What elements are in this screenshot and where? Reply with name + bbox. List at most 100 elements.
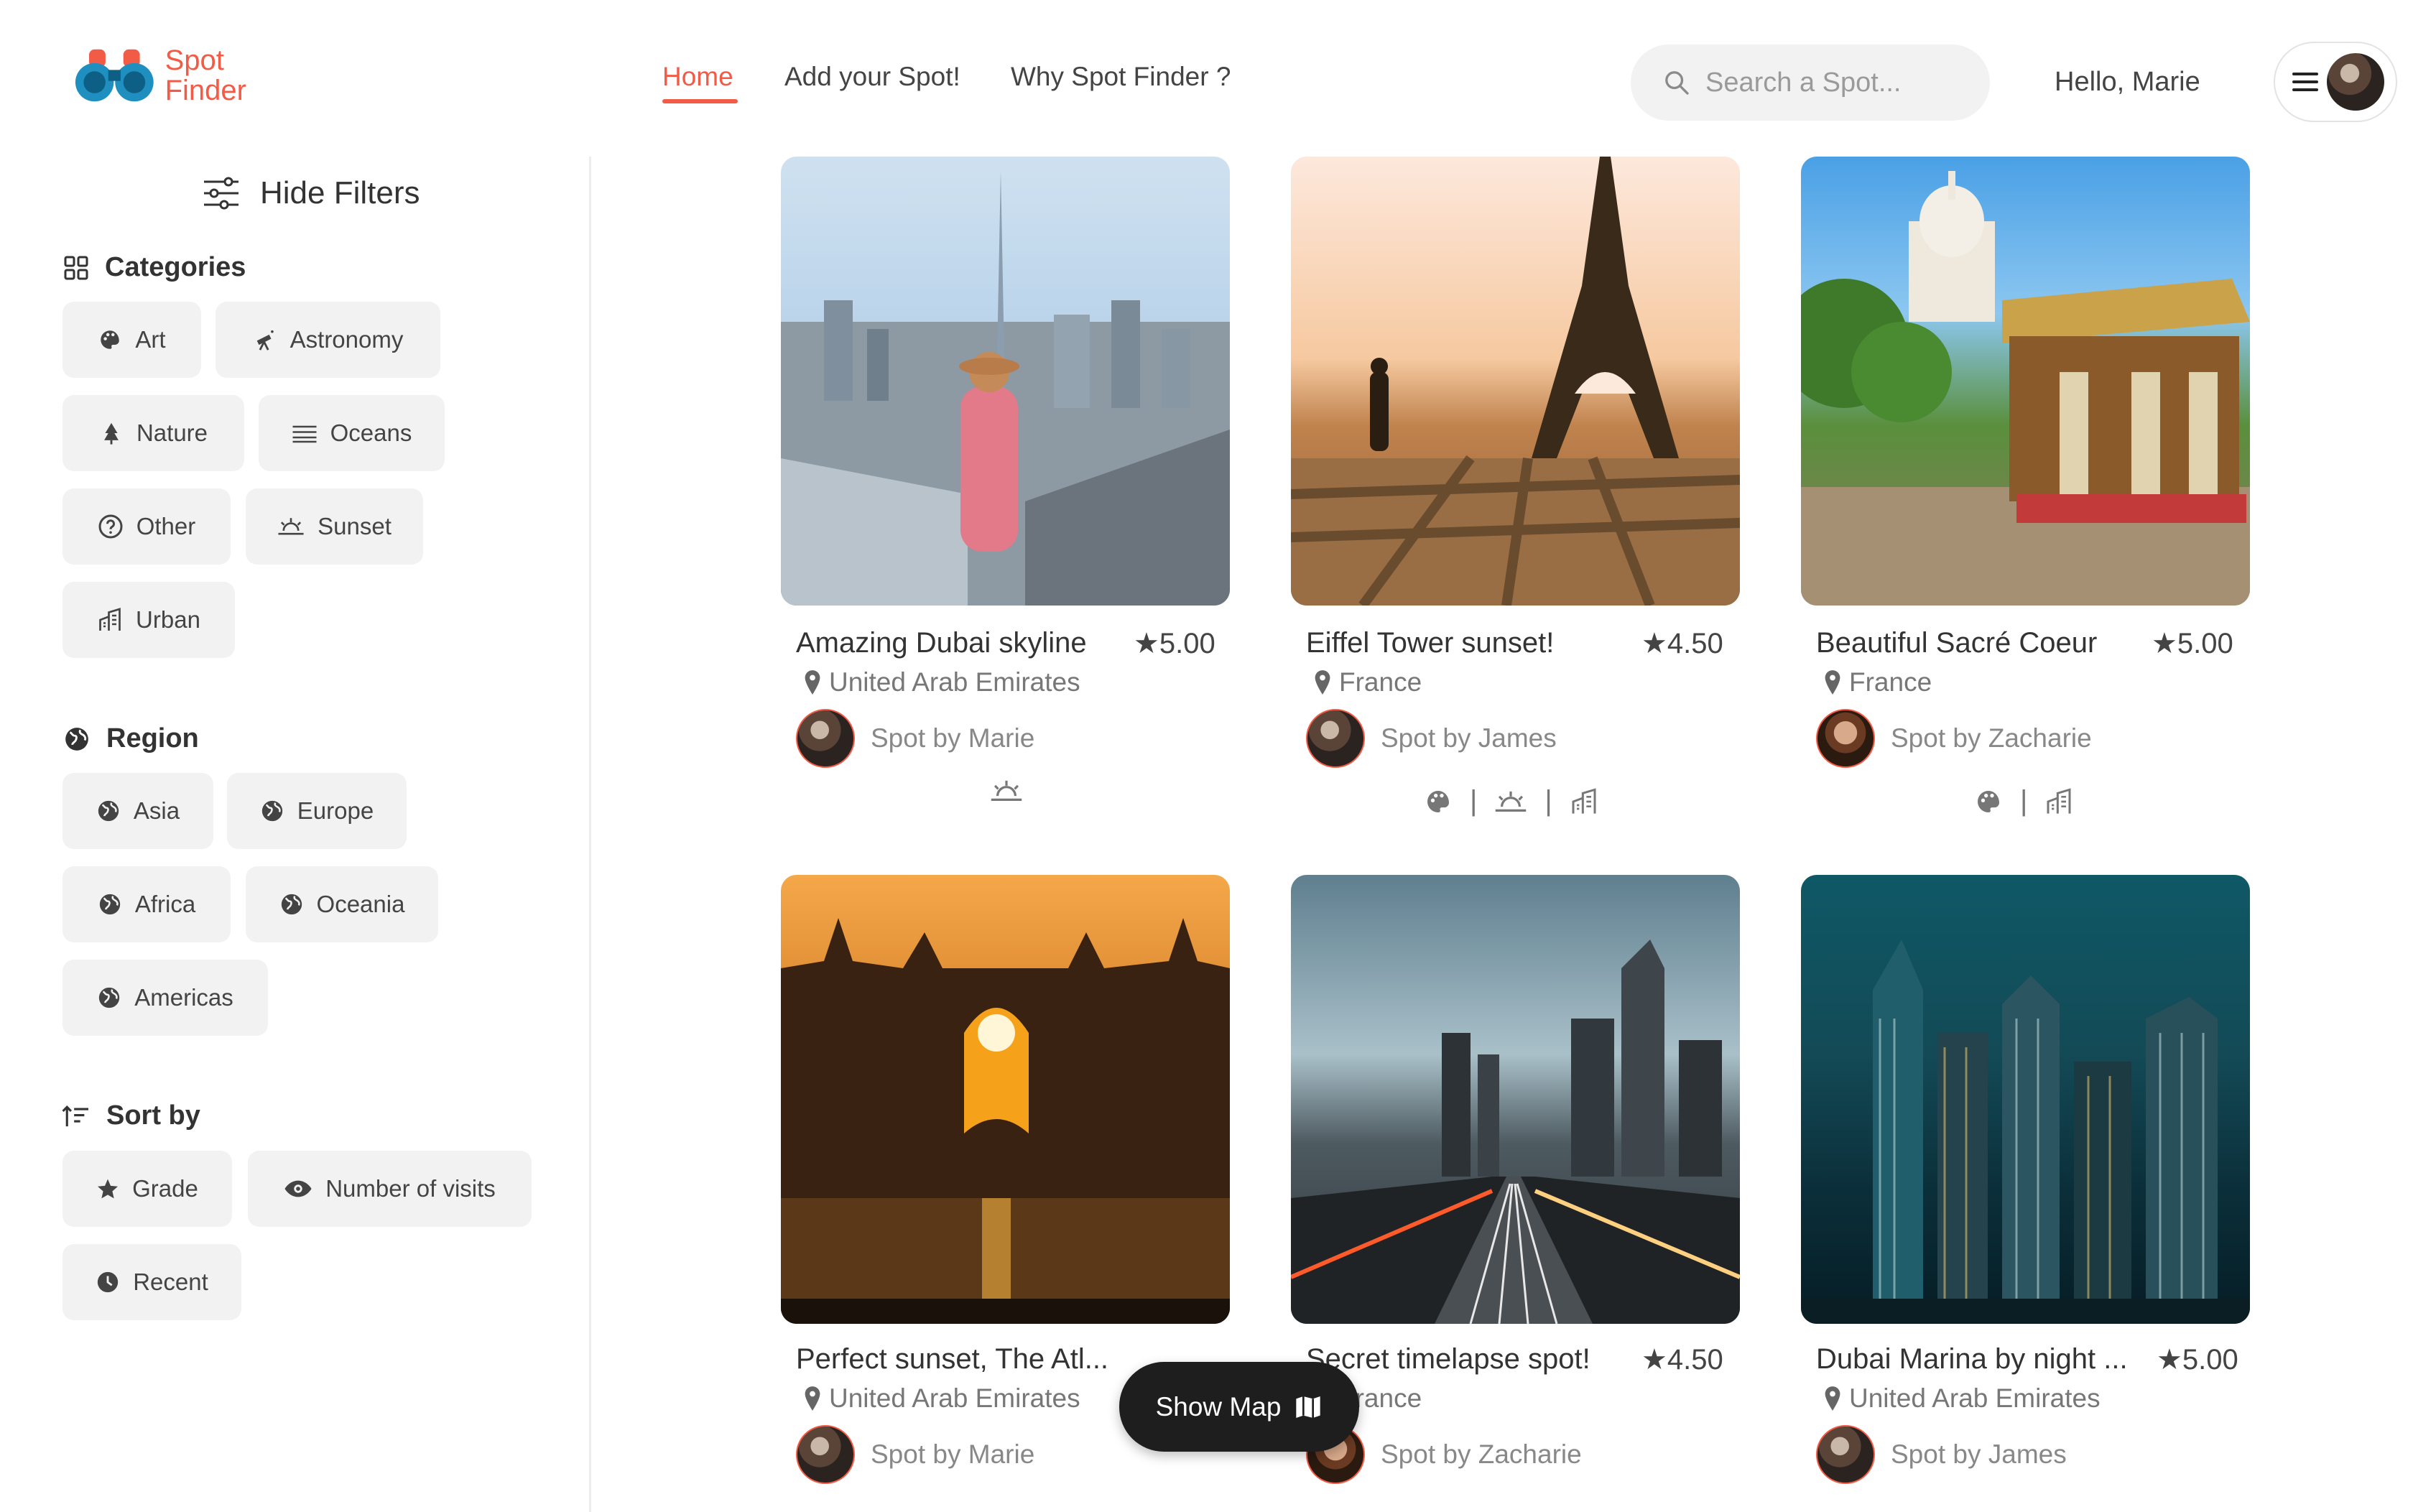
star-icon — [96, 1177, 119, 1200]
spot-rating: ★5.00 — [2152, 627, 2233, 660]
spot-location-text: France — [1849, 667, 1932, 697]
hamburger-icon — [2292, 73, 2318, 91]
region-heading: Region — [63, 723, 199, 754]
spot-title[interactable]: Beautiful Sacré Coeur — [1816, 627, 2097, 659]
spot-image[interactable] — [781, 875, 1230, 1324]
spot-tags: | — [1974, 785, 2073, 817]
palette-icon — [1978, 790, 1999, 812]
filter-other[interactable]: Other — [62, 488, 231, 565]
filter-art[interactable]: Art — [62, 302, 201, 378]
location-pin-icon — [805, 1386, 820, 1411]
sort-grade[interactable]: Grade — [62, 1151, 232, 1227]
tag-separator: | — [1470, 785, 1478, 817]
spot-rating: ★5.00 — [2157, 1343, 2238, 1376]
spot-tags: | | — [1424, 785, 1598, 817]
filter-urban[interactable]: Urban — [62, 582, 235, 658]
spot-author[interactable]: Spot by Marie — [796, 1425, 1034, 1484]
star-icon: ★ — [1641, 628, 1667, 659]
globe-icon — [279, 892, 304, 917]
logo[interactable]: Spot Finder — [74, 43, 246, 108]
sunset-icon — [991, 780, 1022, 801]
spot-author-name: Spot by Zacharie — [1381, 1439, 1582, 1469]
spot-image[interactable] — [1801, 157, 2250, 606]
spot-author[interactable]: Spot by Zacharie — [1816, 709, 2092, 768]
filter-oceans[interactable]: Oceans — [259, 395, 445, 471]
spot-location-text: United Arab Emirates — [1849, 1383, 2101, 1413]
filter-art-label: Art — [135, 326, 166, 353]
nav-add-spot[interactable]: Add your Spot! — [784, 62, 960, 92]
search-icon — [1665, 71, 1689, 95]
question-icon — [98, 514, 124, 539]
spot-rating: ★4.50 — [1641, 627, 1723, 660]
spot-rating-value: 5.00 — [2182, 1344, 2238, 1376]
sort-icon — [62, 1105, 88, 1126]
spot-author[interactable]: Spot by Marie — [796, 709, 1034, 768]
spot-title[interactable]: Secret timelapse spot! — [1306, 1343, 1590, 1376]
spot-title[interactable]: Eiffel Tower sunset! — [1306, 627, 1554, 659]
spot-title[interactable]: Dubai Marina by night ... — [1816, 1343, 2128, 1376]
show-map-button[interactable]: Show Map — [1119, 1362, 1359, 1452]
globe-icon — [97, 985, 121, 1010]
spot-image[interactable] — [781, 157, 1230, 606]
tree-icon — [99, 421, 124, 445]
nav-why-spot-finder[interactable]: Why Spot Finder ? — [1011, 62, 1231, 92]
spot-author-name: Spot by James — [1381, 723, 1557, 753]
spot-location: France — [1823, 667, 1932, 697]
spot-image[interactable] — [1801, 875, 2250, 1324]
spot-location: United Arab Emirates — [803, 1383, 1080, 1414]
spot-image[interactable] — [1291, 875, 1740, 1324]
logo-text-line2: Finder — [165, 75, 246, 106]
categories-icon — [64, 256, 88, 279]
star-icon: ★ — [1641, 1344, 1667, 1376]
user-menu-button[interactable] — [2274, 42, 2397, 122]
tag-separator: | — [1545, 785, 1552, 817]
filter-astronomy[interactable]: Astronomy — [216, 302, 440, 378]
show-map-label: Show Map — [1155, 1391, 1282, 1421]
sort-recent[interactable]: Recent — [62, 1244, 241, 1320]
spot-location-text: United Arab Emirates — [829, 1383, 1080, 1413]
sunset-icon — [277, 516, 305, 537]
avatar — [796, 709, 855, 768]
categories-heading: Categories — [63, 252, 246, 283]
palette-icon — [1427, 790, 1449, 812]
hide-filters-button[interactable]: Hide Filters — [203, 175, 420, 211]
globe-icon — [260, 799, 284, 823]
spot-rating-value: 4.50 — [1667, 1344, 1723, 1376]
spot-rating: ★4.50 — [1641, 1343, 1723, 1376]
filter-oceania[interactable]: Oceania — [246, 866, 438, 942]
filter-asia[interactable]: Asia — [62, 773, 213, 849]
nav-home[interactable]: Home — [662, 62, 733, 92]
spot-author[interactable]: Spot by James — [1306, 709, 1557, 768]
spot-author[interactable]: Spot by James — [1816, 1425, 2067, 1484]
spot-author-name: Spot by James — [1891, 1439, 2067, 1469]
filter-europe[interactable]: Europe — [227, 773, 407, 849]
avatar — [796, 1425, 855, 1484]
filter-other-label: Other — [136, 513, 196, 539]
spot-location: United Arab Emirates — [1823, 1383, 2101, 1414]
hide-filters-label: Hide Filters — [260, 175, 420, 210]
building-icon — [2047, 787, 2071, 814]
filter-oceans-label: Oceans — [330, 419, 412, 446]
filter-sunset[interactable]: Sunset — [246, 488, 423, 565]
spot-title[interactable]: Amazing Dubai skyline — [796, 627, 1087, 659]
nav-active-underline — [662, 99, 738, 103]
star-icon: ★ — [2157, 1344, 2182, 1376]
filter-europe-label: Europe — [297, 797, 374, 824]
sidebar-divider — [589, 157, 591, 1512]
spot-location-text: France — [1339, 667, 1422, 697]
location-pin-icon — [1825, 670, 1840, 695]
filter-nature[interactable]: Nature — [62, 395, 244, 471]
search-input[interactable] — [1704, 66, 1980, 99]
palette-icon — [98, 328, 122, 352]
filter-americas[interactable]: Americas — [62, 960, 268, 1036]
filter-sunset-label: Sunset — [318, 513, 392, 539]
spot-image[interactable] — [1291, 157, 1740, 606]
globe-icon — [96, 799, 121, 823]
location-pin-icon — [1315, 670, 1330, 695]
filter-africa[interactable]: Africa — [62, 866, 231, 942]
sort-visits[interactable]: Number of visits — [248, 1151, 532, 1227]
waves-icon — [292, 422, 318, 444]
spot-title[interactable]: Perfect sunset, The Atl... — [796, 1343, 1108, 1376]
search-bar[interactable] — [1631, 45, 1990, 121]
avatar — [2327, 53, 2384, 111]
